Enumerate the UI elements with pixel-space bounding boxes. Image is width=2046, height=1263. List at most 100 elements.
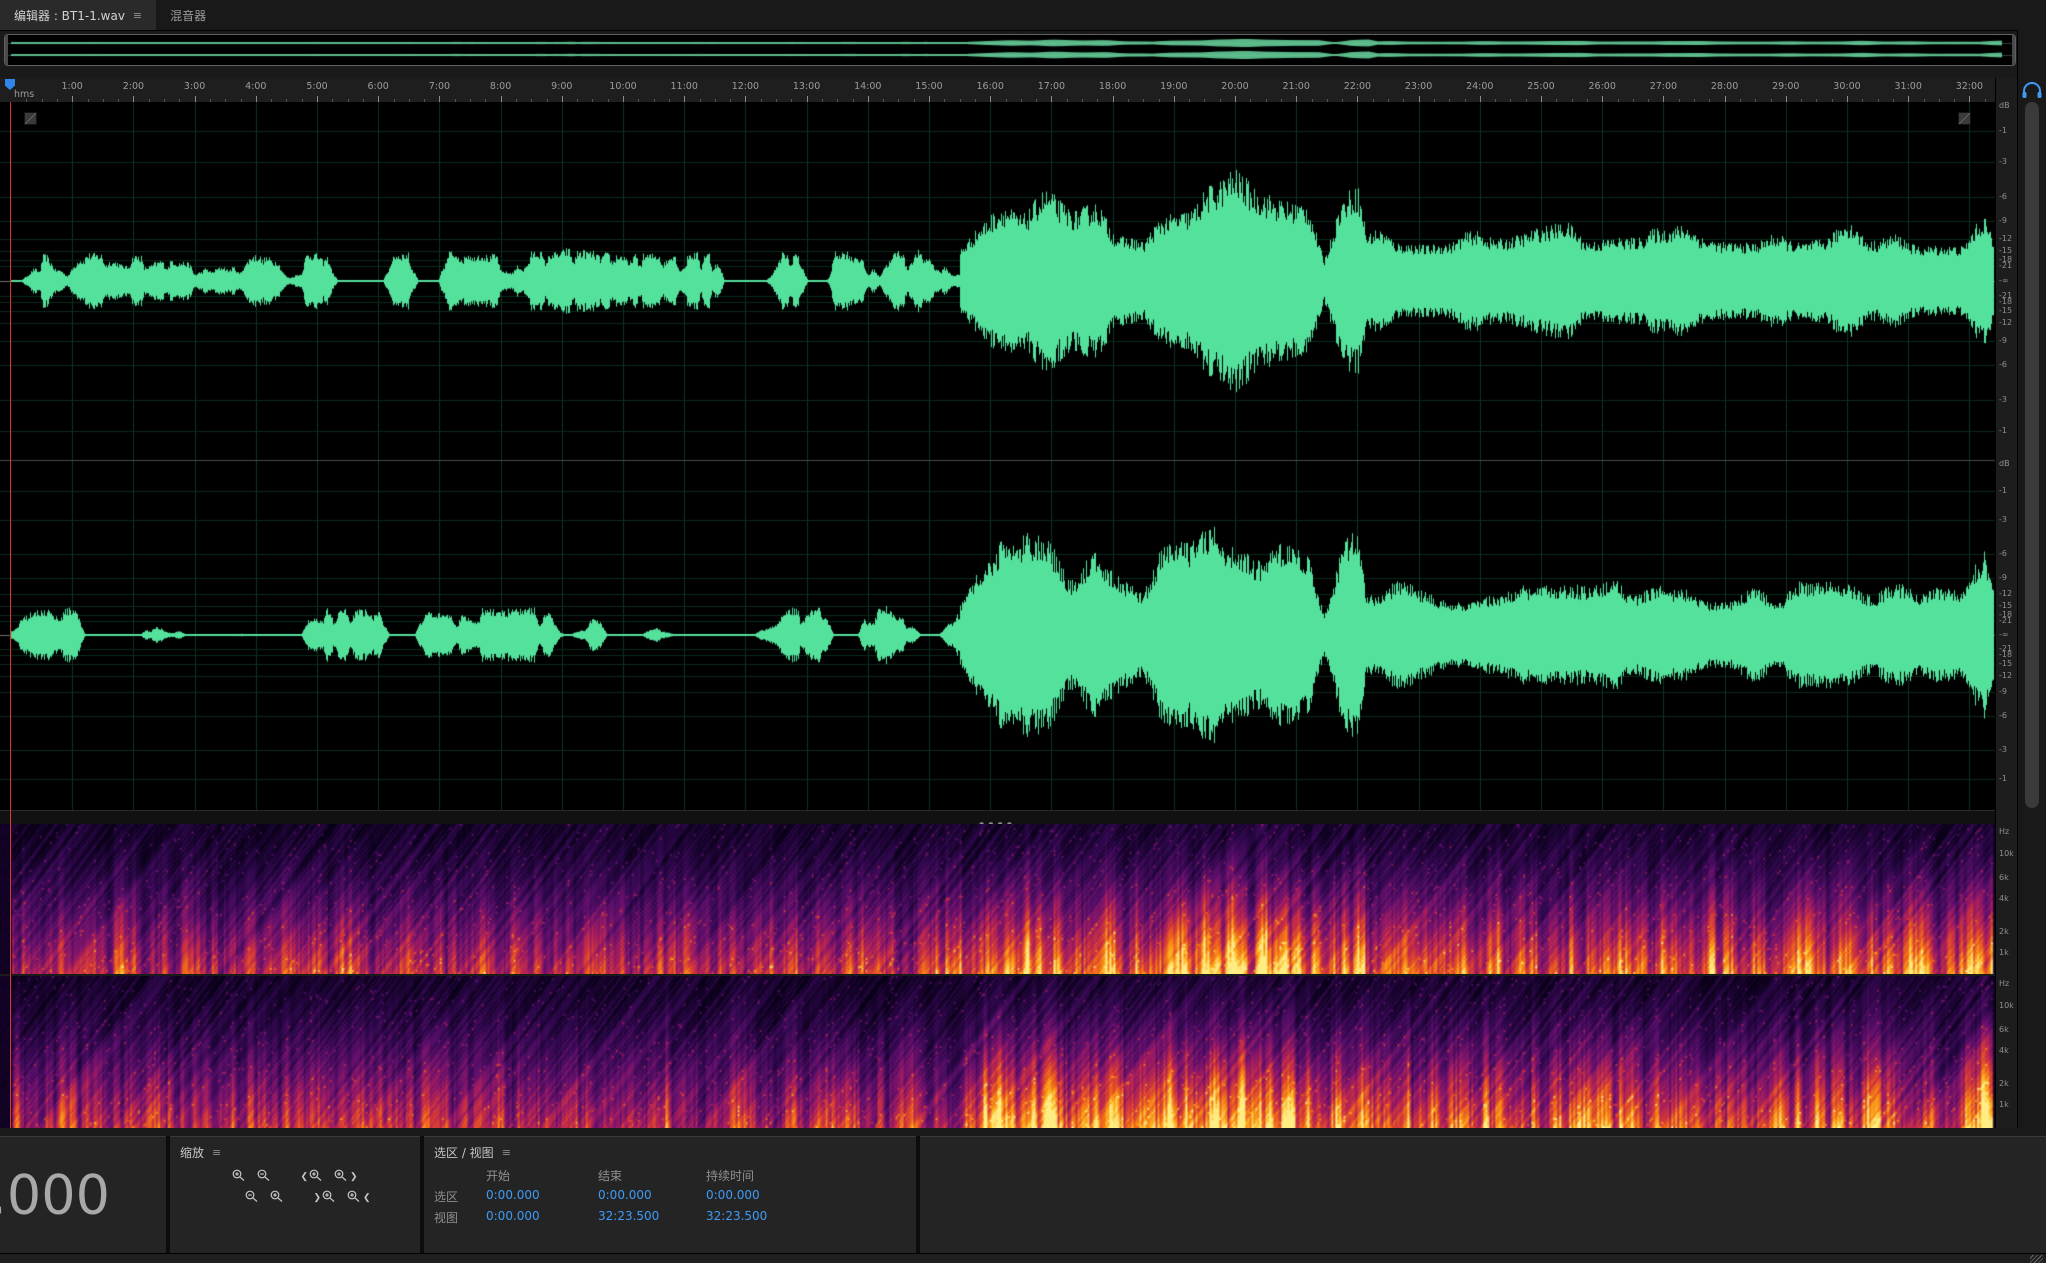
ruler-tick-label: 9:00: [546, 81, 578, 92]
tab-editor-label: 编辑器 : BT1-1.wav: [14, 7, 125, 24]
scale-label: 6k: [1999, 874, 2009, 882]
scale-label: 10k: [1999, 1002, 2014, 1010]
scale-label: 1k: [1999, 1101, 2009, 1109]
ruler-tick-label: 17:00: [1035, 81, 1067, 92]
scale-column: dB-1-1-3-3-6-6-9-9-12-12-15-15-18-18-21-…: [1995, 78, 2018, 1128]
scale-label: -9: [1999, 337, 2007, 345]
view-start-value[interactable]: 0:00.000: [486, 1209, 598, 1226]
ruler-tick-label: 31:00: [1892, 81, 1924, 92]
scale-label: -21: [1999, 292, 2012, 300]
overview-waveform-canvas: [5, 35, 2013, 63]
ruler-tick-label: 13:00: [791, 81, 823, 92]
ruler-tick-label: 2:00: [117, 81, 149, 92]
scale-label: Hz: [1999, 980, 2009, 988]
audition-editor-window: 编辑器 : BT1-1.wav ≡ 混音器 hms 1:002:003:004:…: [0, 0, 2046, 1263]
ruler-tick-label: 10:00: [607, 81, 639, 92]
resize-grip-icon[interactable]: [2030, 1255, 2043, 1263]
scale-label: -12: [1999, 672, 2012, 680]
panel-menu-icon[interactable]: ≡: [133, 9, 142, 22]
scale-label: -1: [1999, 487, 2007, 495]
timeline-ruler[interactable]: hms 1:002:003:004:005:006:007:008:009:00…: [0, 78, 1995, 103]
tab-mixer[interactable]: 混音器: [156, 0, 220, 30]
scale-label: dB: [1999, 102, 2010, 110]
column-end: 结束: [598, 1167, 706, 1184]
empty-panel: [920, 1136, 2046, 1253]
ruler-tick-label: 15:00: [913, 81, 945, 92]
zoom-in-right-edge-icon[interactable]: ❯: [331, 1167, 361, 1184]
zoom-selection-in-icon[interactable]: ❯: [310, 1188, 340, 1205]
selection-view-table: 开始 结束 持续时间 选区 0:00.000 0:00.000 0:00.000…: [434, 1167, 916, 1226]
ruler-tick-label: 22:00: [1341, 81, 1373, 92]
ruler-tick-label: 5:00: [301, 81, 333, 92]
current-time-display[interactable]: 0:00.000: [0, 1164, 110, 1227]
scale-label: 1k: [1999, 949, 2009, 957]
zoom-selection-out-icon[interactable]: ❮: [344, 1188, 374, 1205]
ruler-tick-label: 1:00: [56, 81, 88, 92]
zoom-in-left-edge-icon[interactable]: ❮: [297, 1167, 327, 1184]
ruler-tick-label: 14:00: [852, 81, 884, 92]
scale-label: 4k: [1999, 895, 2009, 903]
scale-label: -6: [1999, 361, 2007, 369]
zoom-out-icon[interactable]: [254, 1167, 275, 1184]
scale-label: -6: [1999, 550, 2007, 558]
scale-label: -9: [1999, 688, 2007, 696]
scale-label: 2k: [1999, 1080, 2009, 1088]
corner-grip-icon[interactable]: [1958, 112, 1971, 125]
tab-mixer-label: 混音器: [170, 7, 206, 24]
ruler-tick-label: 20:00: [1219, 81, 1251, 92]
panel-menu-icon[interactable]: ≡: [502, 1146, 511, 1159]
tab-bar: 编辑器 : BT1-1.wav ≡ 混音器: [0, 0, 2046, 31]
ruler-tick-label: 12:00: [729, 81, 761, 92]
ruler-unit-label: hms: [14, 89, 34, 100]
tab-editor[interactable]: 编辑器 : BT1-1.wav ≡: [0, 0, 156, 30]
playhead-line[interactable]: [10, 102, 11, 1128]
ruler-tick-label: 19:00: [1158, 81, 1190, 92]
scale-label: -6: [1999, 712, 2007, 720]
ruler-tick-label: 32:00: [1953, 81, 1985, 92]
spectrogram-right[interactable]: [0, 976, 1995, 1128]
row-label-selection: 选区: [434, 1188, 486, 1205]
scale-label: -1: [1999, 127, 2007, 135]
time-display-panel: 0:00.000: [0, 1136, 166, 1253]
spectrogram-left[interactable]: [0, 824, 1995, 974]
scale-label: -1: [1999, 775, 2007, 783]
scale-label: dB: [1999, 460, 2010, 468]
vertical-scrollbar[interactable]: [2017, 30, 2046, 1128]
ruler-tick-label: 18:00: [1097, 81, 1129, 92]
scale-label: -3: [1999, 746, 2007, 754]
ruler-tick-label: 3:00: [179, 81, 211, 92]
scale-label: -21: [1999, 617, 2012, 625]
scale-label: -3: [1999, 396, 2007, 404]
selection-duration-value[interactable]: 0:00.000: [706, 1188, 826, 1205]
zoom-in-icon[interactable]: [229, 1167, 250, 1184]
ruler-tick-label: 23:00: [1403, 81, 1435, 92]
ruler-tick-label: 28:00: [1709, 81, 1741, 92]
scale-label: -9: [1999, 217, 2007, 225]
view-end-value[interactable]: 32:23.500: [598, 1209, 706, 1226]
overview-strip[interactable]: [4, 34, 2016, 66]
scale-label: -1: [1999, 427, 2007, 435]
scale-label: 2k: [1999, 928, 2009, 936]
panel-menu-icon[interactable]: ≡: [212, 1146, 221, 1159]
scale-label: -3: [1999, 516, 2007, 524]
selection-end-value[interactable]: 0:00.000: [598, 1188, 706, 1205]
scale-label: -9: [1999, 574, 2007, 582]
scale-label: -15: [1999, 307, 2012, 315]
zoom-amplitude-icon[interactable]: [267, 1188, 288, 1205]
ruler-tick-label: 16:00: [974, 81, 1006, 92]
scale-label: -12: [1999, 319, 2012, 327]
corner-grip-icon[interactable]: [24, 112, 37, 125]
scale-label: -15: [1999, 660, 2012, 668]
headphones-icon[interactable]: [2021, 82, 2043, 104]
column-duration: 持续时间: [706, 1167, 826, 1184]
view-duration-value[interactable]: 32:23.500: [706, 1209, 826, 1226]
selection-panel-title: 选区 / 视图: [434, 1144, 494, 1161]
scale-label: -12: [1999, 235, 2012, 243]
waveform-display[interactable]: [0, 102, 1995, 810]
zoom-panel: 缩放 ≡ ❮❯❯❮: [170, 1136, 420, 1253]
zoom-out-full-icon[interactable]: [242, 1188, 263, 1205]
ruler-tick-label: 30:00: [1831, 81, 1863, 92]
scale-label: -21: [1999, 262, 2012, 270]
scrollbar-thumb[interactable]: [2025, 102, 2039, 808]
selection-start-value[interactable]: 0:00.000: [486, 1188, 598, 1205]
